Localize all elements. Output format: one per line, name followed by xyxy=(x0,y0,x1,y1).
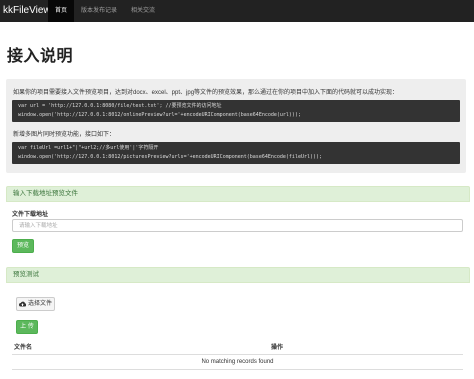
top-navbar: kkFileView 首页 版本发布记录 相关交流 xyxy=(0,0,474,22)
file-url-input[interactable] xyxy=(12,219,463,232)
choose-file-label: 选择文件 xyxy=(27,301,52,307)
column-header-actions: 操作 xyxy=(269,339,463,355)
intro-text: 如果你的项目需要接入文件预览项目，达到对docx、excel、ppt、jpg等文… xyxy=(13,90,399,96)
code-line: window.open('http://127.0.0.1:8012/onlin… xyxy=(18,112,301,118)
code-block-multi: var fileUrl =url1+"|"+url2;//多url使用'|'字符… xyxy=(12,142,460,164)
table-row: No matching records found xyxy=(12,354,463,370)
uploaded-files-table: 文件名 操作 No matching records found xyxy=(12,339,463,370)
preview-button[interactable]: 预览 xyxy=(12,239,34,253)
nav-item-community[interactable]: 相关交流 xyxy=(124,0,162,22)
code-line: window.open('http://127.0.0.1:8012/pictu… xyxy=(18,154,323,160)
multi-image-text: 新增多图片同时预览功能，接口如下： xyxy=(13,132,116,138)
file-url-label: 文件下载地址 xyxy=(12,212,49,218)
page-title: 接入说明 xyxy=(7,48,74,65)
cloud-upload-icon xyxy=(19,301,26,307)
upload-button[interactable]: 上 传 xyxy=(16,320,38,334)
column-header-filename: 文件名 xyxy=(12,339,269,355)
empty-table-message: No matching records found xyxy=(12,354,463,370)
integration-instructions: 如果你的项目需要接入文件预览项目，达到对docx、excel、ppt、jpg等文… xyxy=(6,79,466,173)
url-preview-panel-heading: 输入下载地址预览文件 xyxy=(6,186,470,202)
code-line: var fileUrl =url1+"|"+url2;//多url使用'|'字符… xyxy=(18,145,159,151)
nav-item-releases[interactable]: 版本发布记录 xyxy=(74,0,124,22)
preview-test-panel-heading: 预览测试 xyxy=(6,267,470,283)
code-line: var url = 'http://127.0.0.1:8080/file/te… xyxy=(18,103,222,109)
brand-logo[interactable]: kkFileView xyxy=(0,0,51,22)
choose-file-button[interactable]: 选择文件 xyxy=(16,297,55,311)
table-header-row: 文件名 操作 xyxy=(12,339,463,355)
code-block-single: var url = 'http://127.0.0.1:8080/file/te… xyxy=(12,100,460,122)
nav-item-home[interactable]: 首页 xyxy=(48,0,75,22)
